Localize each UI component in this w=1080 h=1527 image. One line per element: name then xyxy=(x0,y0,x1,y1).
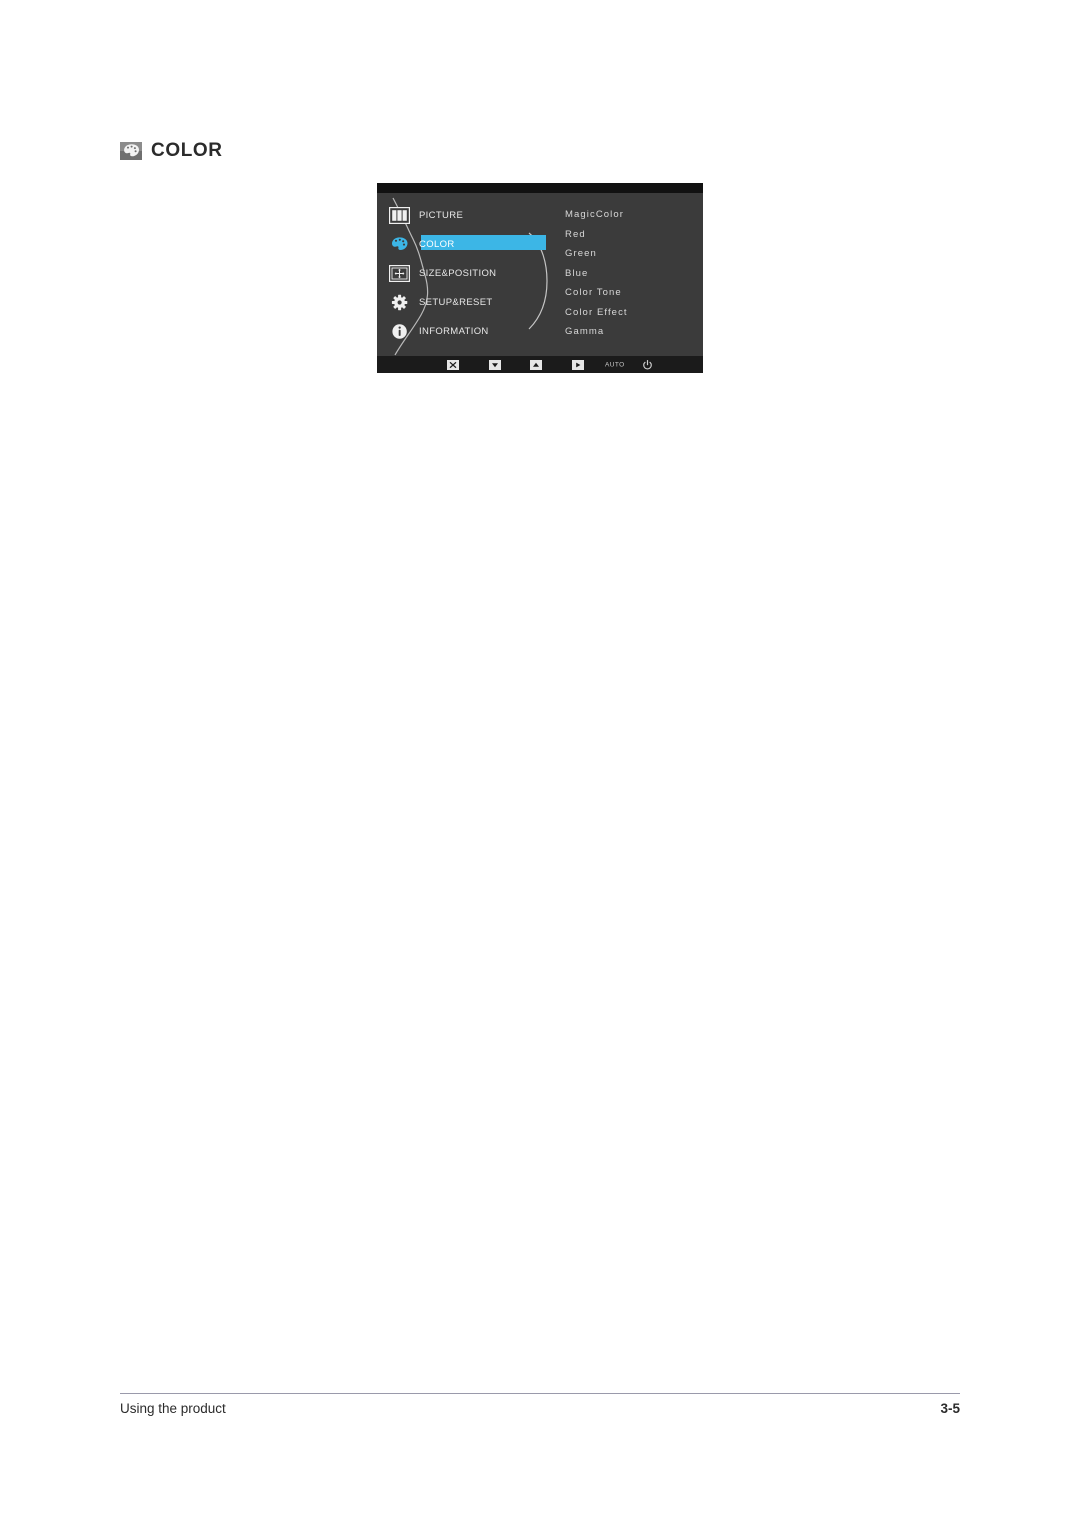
info-circle-icon xyxy=(389,323,410,340)
osd-sub-item-red[interactable]: Red xyxy=(565,225,695,245)
osd-left-menu: PICTURE COLOR SIZE&POSITION SETUP&RESET … xyxy=(385,201,557,346)
osd-top-bar xyxy=(377,183,703,193)
osd-menu-label: SETUP&RESET xyxy=(419,297,493,308)
osd-menu-item-size-position[interactable]: SIZE&POSITION xyxy=(385,259,557,288)
page-title: COLOR xyxy=(120,141,223,160)
osd-sub-item-color-tone[interactable]: Color Tone xyxy=(565,283,695,303)
color-palette-icon xyxy=(120,141,142,160)
picture-bars-icon xyxy=(389,207,410,225)
page-title-text: COLOR xyxy=(151,140,223,161)
osd-sub-item-gamma[interactable]: Gamma xyxy=(565,322,695,342)
up-triangle-icon[interactable] xyxy=(530,359,542,370)
size-position-icon xyxy=(389,265,410,283)
osd-bottom-bar: AUTO xyxy=(377,356,703,373)
osd-sub-item-green[interactable]: Green xyxy=(565,244,695,264)
osd-sub-item-magiccolor[interactable]: MagicColor xyxy=(565,205,695,225)
osd-menu-item-picture[interactable]: PICTURE xyxy=(385,201,557,230)
osd-menu-label: COLOR xyxy=(419,239,455,250)
auto-button[interactable]: AUTO xyxy=(605,361,625,368)
osd-menu-item-information[interactable]: INFORMATION xyxy=(385,317,557,346)
power-icon[interactable] xyxy=(642,359,653,370)
osd-menu-item-color[interactable]: COLOR xyxy=(385,230,557,259)
osd-sub-item-color-effect[interactable]: Color Effect xyxy=(565,303,695,323)
osd-menu-item-setup-reset[interactable]: SETUP&RESET xyxy=(385,288,557,317)
close-x-box-icon[interactable] xyxy=(447,359,459,370)
footer-section-label: Using the product xyxy=(120,1401,226,1416)
osd-menu-screenshot: PICTURE COLOR SIZE&POSITION SETUP&RESET … xyxy=(377,183,703,373)
osd-menu-label: INFORMATION xyxy=(419,326,489,337)
osd-menu-label: PICTURE xyxy=(419,210,464,221)
footer-divider xyxy=(120,1393,960,1394)
footer-page-number: 3-5 xyxy=(940,1401,960,1416)
osd-sub-item-blue[interactable]: Blue xyxy=(565,264,695,284)
gear-icon xyxy=(389,294,410,311)
osd-sub-menu: MagicColor Red Green Blue Color Tone Col… xyxy=(565,205,695,342)
color-palette-icon xyxy=(389,236,410,253)
play-arrow-icon[interactable] xyxy=(572,359,584,370)
osd-menu-label: SIZE&POSITION xyxy=(419,268,497,279)
down-triangle-icon[interactable] xyxy=(489,359,501,370)
